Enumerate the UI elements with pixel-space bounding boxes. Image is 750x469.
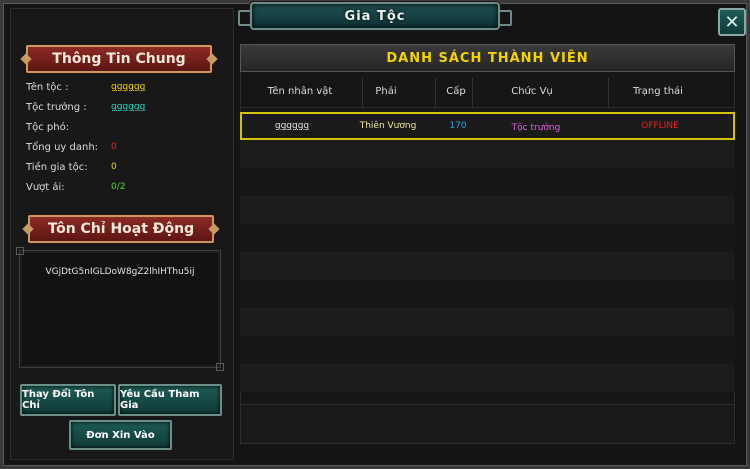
member-list-header: DANH SÁCH THÀNH VIÊN: [240, 44, 735, 72]
change-motto-button[interactable]: Thay Đổi Tôn Chỉ: [20, 384, 116, 416]
empty-row: [240, 224, 735, 252]
motto-title: Tôn Chỉ Hoạt Động: [47, 221, 195, 237]
window-title-bar: Gia Tộc: [238, 2, 512, 30]
info-label: Tổng uy danh:: [26, 142, 99, 153]
info-row-funds: Tiền gia tộc: 0: [26, 162, 216, 173]
info-row-leader: Tộc trưởng : gggggg: [26, 102, 216, 113]
member-row[interactable]: gggggg Thiên Vương 170 Tộc trưởng OFFLIN…: [240, 112, 735, 140]
empty-row: [240, 280, 735, 308]
member-name: gggggg: [274, 121, 310, 131]
close-button[interactable]: ✕: [718, 8, 746, 36]
info-row-prestige: Tổng uy danh: 0: [26, 142, 216, 153]
close-icon: ✕: [724, 11, 740, 33]
info-label: Tộc phó:: [26, 122, 70, 133]
stages-value: 0/2: [111, 182, 126, 192]
empty-row: [240, 252, 735, 280]
empty-row: [240, 168, 735, 196]
motto-header: Tôn Chỉ Hoạt Động: [28, 215, 214, 243]
applications-button[interactable]: Đơn Xin Vào: [69, 420, 172, 450]
column-header-role[interactable]: Chức Vụ: [472, 86, 592, 97]
info-row-deputy: Tộc phó:: [26, 122, 216, 133]
column-header-status[interactable]: Trạng thái: [608, 86, 708, 97]
general-info-header: Thông Tin Chung: [26, 45, 212, 73]
info-label: Tiền gia tộc:: [26, 162, 88, 173]
member-list-footer: [240, 404, 735, 444]
empty-row: [240, 364, 735, 392]
info-label: Tên tộc :: [26, 82, 69, 93]
column-header-faction[interactable]: Phái: [364, 86, 408, 97]
member-level: 170: [449, 121, 467, 131]
column-divider: [362, 78, 363, 108]
funds-value: 0: [111, 162, 117, 172]
member-faction: Thiên Vương: [359, 121, 417, 131]
empty-row: [240, 336, 735, 364]
member-list-title: DANH SÁCH THÀNH VIÊN: [386, 50, 589, 66]
request-join-button[interactable]: Yêu Cầu Tham Gia: [118, 384, 222, 416]
info-label: Tộc trưởng :: [26, 102, 87, 113]
request-join-label: Yêu Cầu Tham Gia: [120, 389, 200, 411]
column-header-level[interactable]: Cấp: [436, 86, 476, 97]
motto-text: VGjDtG5nIGLDoW8gZ2lhIHThu5ij: [45, 267, 195, 277]
general-info-title: Thông Tin Chung: [52, 51, 186, 67]
prestige-value: 0: [111, 142, 117, 152]
empty-row: [240, 140, 735, 168]
change-motto-label: Thay Đổi Tôn Chỉ: [22, 389, 95, 411]
member-table-header: Tên nhân vật Phái Cấp Chức Vụ Trạng thái: [240, 78, 735, 108]
info-label: Vượt ải:: [26, 182, 65, 193]
leader-value: gggggg: [111, 102, 146, 112]
column-header-name[interactable]: Tên nhân vật: [240, 86, 360, 97]
guild-name-value: gggggg: [111, 82, 146, 92]
info-row-stages: Vượt ải: 0/2: [26, 182, 216, 193]
empty-row: [240, 196, 735, 224]
info-row-guild-name: Tên tộc : gggggg: [26, 82, 216, 93]
applications-label: Đơn Xin Vào: [86, 429, 155, 441]
motto-box: VGjDtG5nIGLDoW8gZ2lhIHThu5ij: [16, 247, 224, 371]
window-title: Gia Tộc: [344, 8, 406, 24]
member-role: Tộc trưởng: [511, 123, 561, 133]
empty-row: [240, 308, 735, 336]
member-status: OFFLINE: [641, 121, 679, 131]
